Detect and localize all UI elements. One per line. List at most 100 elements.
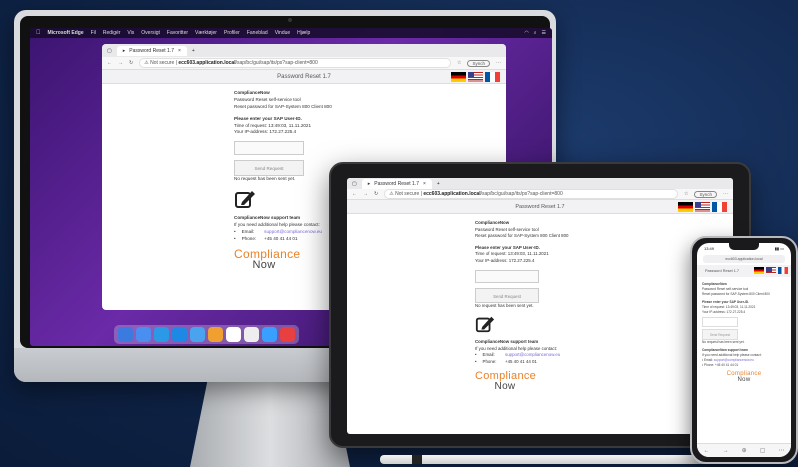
menu-window[interactable]: Vindue (275, 30, 290, 36)
french-flag-icon[interactable] (485, 72, 500, 82)
reset-target: Reset password for SAP-System 800 Client… (475, 233, 569, 239)
email-link[interactable]: support@compliancenow.eu (714, 358, 754, 362)
reminders-icon[interactable] (244, 327, 259, 342)
tab-close-icon[interactable]: × (178, 48, 181, 54)
favorite-star-icon[interactable]: ☆ (457, 60, 461, 66)
search-icon[interactable]: ⌕ (534, 30, 537, 36)
back-icon[interactable]: ← (704, 448, 710, 454)
finder-icon[interactable] (118, 327, 133, 342)
email-label: Email: (704, 357, 713, 362)
german-flag-icon[interactable] (451, 72, 466, 82)
control-center-icon[interactable]: ☰ (542, 30, 546, 36)
user-id-input[interactable] (234, 141, 304, 156)
iphone-device: 13:49 ▮▮ ▭ ecc603.application.local Pass… (690, 236, 798, 464)
menu-profiles[interactable]: Profiler (224, 30, 240, 36)
ipad-device: ▢ ▸ Password Reset 1.7 × + ← → ↻ ⚠ Not s… (329, 162, 751, 448)
edge-icon[interactable] (172, 327, 187, 342)
warning-icon: ⚠ (389, 191, 394, 197)
imac-stand (190, 372, 350, 467)
ipad-browser-tab[interactable]: ▸ Password Reset 1.7 × (361, 178, 432, 189)
phone-reset-form: ComplianceNow Password Reset self-servic… (697, 277, 791, 383)
tabs-icon[interactable]: ▢ (760, 447, 766, 454)
sync-button[interactable]: Synch (694, 190, 717, 198)
menu-favorites[interactable]: Favoritter (167, 30, 188, 36)
product-name: ComplianceNow (234, 90, 270, 95)
french-flag-icon[interactable] (712, 202, 727, 212)
more-menu-icon[interactable]: ⋯ (723, 191, 728, 197)
send-request-button[interactable]: Send Request (702, 328, 738, 340)
add-icon[interactable]: ⊕ (742, 447, 747, 454)
menu-file[interactable]: Fil (91, 30, 96, 36)
english-flag-icon[interactable] (766, 267, 776, 274)
ipad-web-page: Password Reset 1.7 ComplianceNow Passwor… (347, 200, 733, 392)
notes-icon[interactable] (208, 327, 223, 342)
phone-value: +45 40 41 44 01 (505, 359, 537, 365)
phone-page-title: Password Reset 1.7 (705, 269, 739, 273)
back-icon[interactable]: ← (352, 191, 357, 197)
favorite-star-icon[interactable]: ☆ (684, 191, 688, 197)
sidebar-toggle-icon[interactable]: ▢ (107, 48, 112, 54)
forward-icon[interactable]: → (363, 191, 368, 197)
music-icon[interactable] (280, 327, 295, 342)
french-flag-icon[interactable] (778, 267, 788, 274)
english-flag-icon[interactable] (695, 202, 710, 212)
send-request-button[interactable]: Send Request (475, 287, 539, 303)
calendar-icon[interactable] (226, 327, 241, 342)
brand-logo: Compliance Now (475, 369, 537, 392)
tab-favicon-icon: ▸ (122, 47, 126, 54)
reload-icon[interactable]: ↻ (374, 191, 378, 197)
menu-tab[interactable]: Faneblad (247, 30, 268, 36)
brand-logo-bottom: Now (737, 377, 751, 384)
page-header: Password Reset 1.7 (102, 70, 506, 84)
user-id-prompt: Please enter your SAP User-ID. (234, 115, 302, 121)
ipad-address-bar-row: ← → ↻ ⚠ Not secure | ecc603.application.… (347, 189, 733, 200)
sync-button[interactable]: Synch (467, 59, 490, 67)
apple-icon[interactable]:  (36, 30, 41, 36)
menu-overview[interactable]: Oversigt (141, 30, 160, 36)
phone-url-text: ecc603.application.local (725, 257, 763, 261)
phone-url-bar[interactable]: ecc603.application.local (703, 255, 785, 263)
sidebar-toggle-icon[interactable]: ▢ (352, 181, 357, 187)
brand-logo: Compliance Now (234, 248, 300, 271)
launchpad-icon[interactable] (136, 327, 151, 342)
ipad-screen: ▢ ▸ Password Reset 1.7 × + ← → ↻ ⚠ Not s… (347, 178, 733, 434)
menu-help[interactable]: Hjælp (297, 30, 310, 36)
menubar-app-name[interactable]: Microsoft Edge (48, 30, 84, 36)
new-tab-button[interactable]: + (192, 48, 195, 54)
phone-value: +45 40 41 44 01 (264, 235, 298, 241)
english-flag-icon[interactable] (468, 72, 483, 82)
more-menu-icon[interactable]: ⋯ (496, 60, 501, 66)
page-title: Password Reset 1.7 (277, 74, 331, 80)
german-flag-icon[interactable] (754, 267, 764, 274)
send-request-button[interactable]: Send Request (234, 160, 304, 177)
forward-icon[interactable]: → (118, 60, 123, 66)
url-field[interactable]: ⚠ Not secure | ecc603.application.local/… (384, 189, 678, 199)
user-id-input[interactable] (475, 269, 539, 283)
brand-logo-bottom: Now (252, 258, 276, 271)
menu-tools[interactable]: Værktøjer (195, 30, 217, 36)
wifi-icon[interactable]: ◠ (524, 30, 528, 36)
forward-icon[interactable]: → (723, 448, 729, 454)
url-host: ecc603.application.local (178, 60, 236, 66)
edit-icon (235, 191, 255, 209)
menu-edit[interactable]: Redigér (103, 30, 121, 36)
back-icon[interactable]: ← (107, 60, 112, 66)
tab-close-icon[interactable]: × (423, 181, 426, 187)
email-link[interactable]: support@compliancenow.eu (264, 229, 322, 236)
list-item: • Phone: +45 40 41 44 01 (702, 362, 739, 367)
menu-view[interactable]: Vis (127, 30, 134, 36)
more-menu-icon[interactable]: ⋯ (778, 447, 784, 454)
user-id-input[interactable] (702, 316, 738, 327)
url-field[interactable]: ⚠ Not secure | ecc603.application.local/… (139, 58, 451, 68)
mail-icon[interactable] (190, 327, 205, 342)
email-link[interactable]: support@compliancenow.eu (505, 352, 560, 359)
german-flag-icon[interactable] (678, 202, 693, 212)
signal-battery-icon: ▮▮ ▭ (774, 246, 784, 251)
new-tab-button[interactable]: + (437, 181, 440, 187)
appstore-icon[interactable] (262, 327, 277, 342)
phone-toolbar: ← → ⊕ ▢ ⋯ (697, 443, 791, 457)
reload-icon[interactable]: ↻ (129, 60, 133, 66)
brand-logo-top: Compliance (475, 369, 537, 382)
browser-tab[interactable]: ▸ Password Reset 1.7 × (116, 45, 187, 56)
safari-icon[interactable] (154, 327, 169, 342)
